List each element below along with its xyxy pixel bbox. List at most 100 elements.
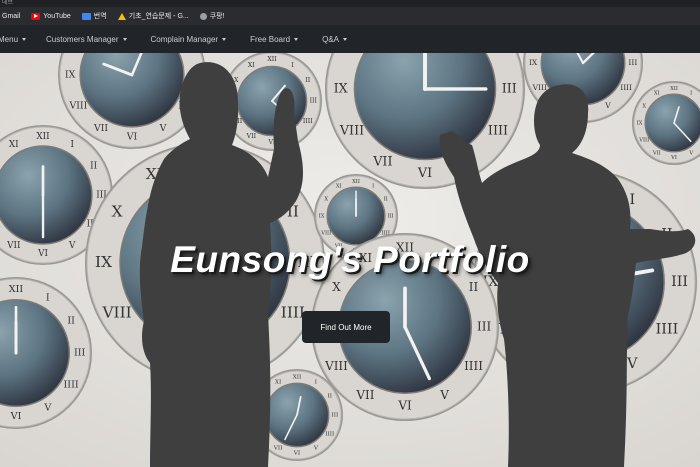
clock-numeral: IIII [656,321,679,337]
find-out-more-button[interactable]: Find Out More [302,311,390,343]
clock-numeral: X [324,196,328,202]
clock-numeral: XII [670,86,678,92]
clock-numeral: XII [352,179,360,185]
clock-numeral: VI [293,450,300,456]
clock-numeral: VI [126,131,138,142]
clock-numeral: IX [319,214,325,220]
nav-complain-manager[interactable]: Complain Manager [151,35,227,44]
bookmark-label: 번역 [93,13,107,20]
clock-numeral: XII [267,56,277,63]
clock-numeral: I [690,91,692,97]
nav-label: Q&A [322,34,340,44]
clock-numeral: V [439,388,449,402]
clock-numeral: II [493,53,503,54]
clock-numeral: VIII [532,83,547,92]
clock-numeral: I [629,192,635,208]
clock-numeral: VII [93,123,108,134]
clock-numeral: II [305,77,310,84]
nav-label: Free Board [250,34,291,44]
clock-numeral: XI [654,91,660,97]
clock-numeral: V [159,123,167,134]
clock-numeral: IX [529,58,538,67]
clock-numeral: II [90,161,97,171]
clock-numeral: VII [652,150,661,156]
nav-qna[interactable]: Q&A [322,34,348,44]
clock-numeral: XI [9,140,19,150]
nav-customers-manager[interactable]: Customers Manager [46,34,127,44]
clock-numeral: II [67,316,75,327]
bookmark-drive-doc[interactable]: 기초_연습문제 - G... [117,11,189,21]
nav-menu[interactable]: Menu [0,34,27,44]
clock-numeral: VII [273,445,283,451]
translate-icon [81,12,91,20]
nav-label: Menu [0,34,19,44]
clock-numeral: IIII [464,359,483,373]
bookmark-youtube[interactable]: YouTube [31,12,71,20]
clock-numeral: II [328,394,333,400]
clock-numeral: V [626,356,638,372]
clock-numeral: VII [372,154,392,169]
caret-down-icon [122,37,127,41]
bookmark-label: Gmail [2,12,21,20]
bookmark-coupang[interactable]: 쿠팡! [199,11,225,21]
clock-numeral: VIII [339,124,364,139]
clock-numeral: III [74,348,86,359]
globe-icon [199,12,207,20]
clock-numeral: VIII [320,231,331,237]
hero-section: XIIIIIIIIIIIIVVIVIIVIIIIXXXIXIIIIIIIIIII… [0,53,700,467]
clock-numeral: III [502,82,517,97]
clock-numeral: VI [417,166,432,181]
clock-numeral: VIII [0,220,1,230]
clock-numeral: XI [275,380,281,386]
bookmark-translate[interactable]: 번역 [81,11,107,21]
clock-numeral: VI [10,411,22,422]
nav-free-board[interactable]: Free Board [250,34,299,44]
site-navbar: Menu Customers Manager Complain Manager … [0,25,700,53]
clock-numeral: V [313,445,319,451]
bookmark-gmail[interactable]: Gmail [2,13,20,20]
clock-numeral: I [315,380,317,386]
clock-numeral: X [332,280,341,294]
clock-numeral: X [642,103,646,109]
clock-numeral: III [628,58,637,67]
clock-numeral: XII [9,284,24,295]
hero-title: Eunsong's Portfolio [170,239,530,280]
clock-numeral: I [46,292,50,303]
clock-numeral: IIII [488,124,508,139]
caret-down-icon [222,37,227,41]
clock-numeral: IX [65,70,76,81]
clock-numeral: I [372,184,374,190]
clock-numeral: V [688,150,693,156]
clock-numeral: I [70,140,74,150]
nav-label: Customers Manager [46,34,119,44]
clock-numeral: VIII [638,138,649,144]
clock-numeral: XI [248,62,255,69]
nav-label: Complain Manager [150,34,219,44]
youtube-icon [31,12,41,20]
clock-numeral: XI [336,184,342,190]
caret-down-icon [343,37,348,41]
clock-numeral: XII [36,132,49,142]
clock-numeral: VI [670,155,677,161]
clock-numeral: IX [637,121,643,127]
browser-top-label: 데브 [2,0,14,6]
caret-down-icon [22,37,27,41]
clock-numeral: VIII [68,100,87,111]
bookmark-label: 쿠팡! [209,13,225,20]
clock-numeral: II [384,196,388,202]
browser-top-strip: 데브 [0,0,700,7]
clock-numeral: IIII [303,118,313,125]
clock-numeral: VIII [324,359,348,373]
clock-numeral: X [347,53,356,54]
bookmark-label: YouTube [43,12,71,20]
clock-numeral: V [604,101,611,110]
clock-numeral: II [469,280,479,294]
clock-numeral: IIII [325,431,334,437]
clock-numeral: IIII [620,83,632,92]
clock-numeral: VI [397,399,412,413]
clock-numeral: VIII [101,304,131,322]
clock-numeral: VII [355,388,374,402]
drive-icon [117,12,126,20]
clock-numeral: IX [334,82,348,97]
clock-numeral: III [310,98,318,105]
